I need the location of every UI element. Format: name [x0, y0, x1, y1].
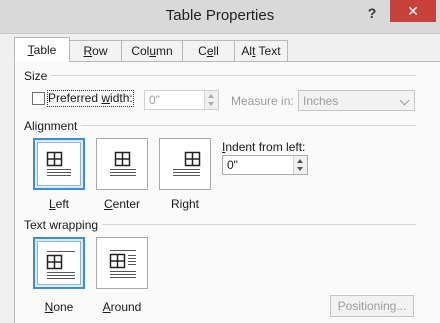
- align-center-tile[interactable]: [96, 138, 148, 190]
- align-left-tile[interactable]: [33, 138, 85, 190]
- chevron-down-icon: [399, 95, 410, 106]
- section-size: Size: [24, 69, 52, 83]
- align-right-icon: [173, 151, 201, 176]
- spin-down-icon: [297, 167, 303, 171]
- close-button[interactable]: ✕: [390, 0, 436, 22]
- align-center-label: Center: [103, 197, 141, 211]
- divider: [48, 75, 416, 76]
- wrap-none-icon: [46, 251, 75, 279]
- tab-cell[interactable]: Cell: [182, 40, 235, 61]
- width-spinner[interactable]: [204, 91, 218, 109]
- close-icon: ✕: [407, 3, 419, 19]
- align-left-icon: [46, 151, 71, 176]
- spin-up-icon: [297, 159, 303, 163]
- divider: [102, 224, 416, 225]
- preferred-width-input[interactable]: 0": [144, 90, 219, 110]
- dropdown-arrow: [396, 91, 414, 110]
- tab-alt-text[interactable]: Alt Text: [234, 40, 288, 61]
- indent-from-left-input[interactable]: 0": [222, 155, 308, 175]
- tab-alt-text-label: Alt Text: [241, 44, 281, 58]
- spin-down-icon: [208, 102, 214, 106]
- wrap-around-tile[interactable]: [96, 237, 148, 289]
- divider: [80, 125, 416, 126]
- indent-spinner[interactable]: [293, 156, 307, 174]
- align-center-icon: [110, 151, 136, 176]
- wrap-none-tile[interactable]: [33, 237, 85, 289]
- section-text-wrapping: Text wrapping: [24, 218, 103, 232]
- wrap-none-label: None: [44, 300, 74, 314]
- indent-from-left-label: Indent from left:: [222, 140, 306, 154]
- tab-column-label: Column: [131, 44, 173, 58]
- measure-in-value: Inches: [303, 94, 339, 108]
- measure-in-dropdown[interactable]: Inches: [298, 90, 415, 111]
- measure-in-label: Measure in:: [231, 94, 294, 108]
- preferred-width-checkbox[interactable]: [32, 92, 45, 105]
- section-alignment: Alignment: [24, 119, 82, 133]
- align-right-label: Right: [170, 197, 200, 211]
- tab-row-label: Row: [83, 44, 108, 58]
- tab-column[interactable]: Column: [121, 40, 183, 61]
- help-button[interactable]: ?: [360, 2, 384, 24]
- wrap-around-label: Around: [102, 300, 142, 314]
- align-left-label: Left: [48, 197, 70, 211]
- positioning-button[interactable]: Positioning...: [330, 295, 414, 317]
- align-right-tile[interactable]: [159, 138, 211, 190]
- spin-up-icon: [208, 94, 214, 98]
- tab-row[interactable]: Row: [69, 40, 122, 61]
- tab-table-label: Table: [27, 43, 57, 57]
- wrap-around-icon: [109, 250, 136, 278]
- tab-table[interactable]: Table: [14, 37, 70, 62]
- tab-cell-label: Cell: [198, 44, 219, 58]
- preferred-width-label[interactable]: Preferred width:: [47, 90, 134, 107]
